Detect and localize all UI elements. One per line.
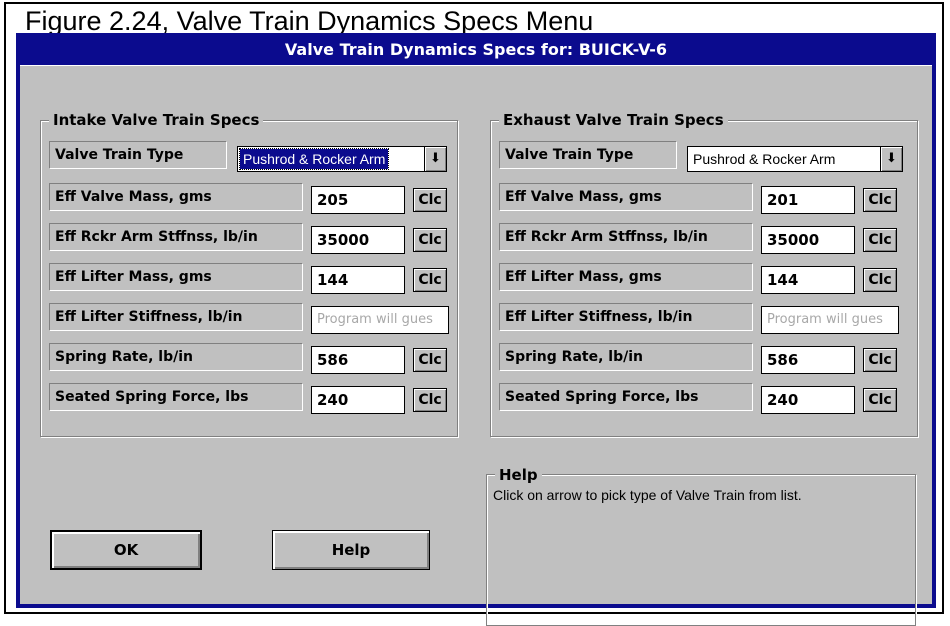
- intake-row-rocker-stiffness: Eff Rckr Arm Stffnss, lb/in 35000 Clc: [49, 223, 453, 255]
- exhaust-row-lifter-stiffness: Eff Lifter Stiffness, lb/in Program will…: [499, 303, 913, 335]
- dialog-body: Intake Valve Train Specs Valve Train Typ…: [20, 66, 932, 626]
- intake-lifter-mass-input[interactable]: 144: [311, 266, 405, 294]
- intake-lifter-stiffness-input[interactable]: Program will gues: [311, 306, 449, 334]
- intake-seated-force-input[interactable]: 240: [311, 386, 405, 414]
- intake-row-lifter-stiffness: Eff Lifter Stiffness, lb/in Program will…: [49, 303, 453, 335]
- intake-seated-force-clc-button[interactable]: Clc: [413, 388, 447, 412]
- exhaust-valve-mass-input[interactable]: 201: [761, 186, 855, 214]
- intake-valve-mass-input[interactable]: 205: [311, 186, 405, 214]
- exhaust-rocker-stiffness-clc-button[interactable]: Clc: [863, 228, 897, 252]
- exhaust-seated-force-clc-button[interactable]: Clc: [863, 388, 897, 412]
- help-panel: Help Click on arrow to pick type of Valv…: [486, 465, 916, 626]
- intake-group-title: Intake Valve Train Specs: [49, 110, 264, 130]
- exhaust-lifter-mass-input[interactable]: 144: [761, 266, 855, 294]
- intake-lifter-stiffness-label: Eff Lifter Stiffness, lb/in: [49, 303, 303, 331]
- exhaust-lifter-stiffness-input[interactable]: Program will gues: [761, 306, 899, 334]
- window-title: Valve Train Dynamics Specs for: BUICK-V-…: [20, 37, 932, 66]
- exhaust-lifter-stiffness-label: Eff Lifter Stiffness, lb/in: [499, 303, 753, 331]
- intake-row-seated-force: Seated Spring Force, lbs 240 Clc: [49, 383, 453, 415]
- intake-valve-mass-label: Eff Valve Mass, gms: [49, 183, 303, 211]
- intake-spring-rate-label: Spring Rate, lb/in: [49, 343, 303, 371]
- exhaust-type-row: Valve Train Type Pushrod & Rocker Arm ⬇: [499, 141, 913, 173]
- intake-seated-force-label: Seated Spring Force, lbs: [49, 383, 303, 411]
- intake-type-row: Valve Train Type Pushrod & Rocker Arm ⬇: [49, 141, 453, 173]
- dropdown-arrow-icon[interactable]: ⬇: [880, 147, 902, 171]
- exhaust-lifter-mass-clc-button[interactable]: Clc: [863, 268, 897, 292]
- intake-rocker-stiffness-label: Eff Rckr Arm Stffnss, lb/in: [49, 223, 303, 251]
- intake-group: Intake Valve Train Specs Valve Train Typ…: [40, 110, 458, 437]
- exhaust-type-label: Valve Train Type: [499, 141, 677, 169]
- intake-rocker-stiffness-clc-button[interactable]: Clc: [413, 228, 447, 252]
- exhaust-spring-rate-label: Spring Rate, lb/in: [499, 343, 753, 371]
- help-panel-text: Click on arrow to pick type of Valve Tra…: [493, 487, 802, 503]
- exhaust-seated-force-input[interactable]: 240: [761, 386, 855, 414]
- exhaust-spring-rate-clc-button[interactable]: Clc: [863, 348, 897, 372]
- exhaust-type-select[interactable]: Pushrod & Rocker Arm ⬇: [687, 146, 903, 172]
- dialog-window: Valve Train Dynamics Specs for: BUICK-V-…: [16, 33, 936, 626]
- intake-row-spring-rate: Spring Rate, lb/in 586 Clc: [49, 343, 453, 375]
- exhaust-row-lifter-mass: Eff Lifter Mass, gms 144 Clc: [499, 263, 913, 295]
- intake-row-lifter-mass: Eff Lifter Mass, gms 144 Clc: [49, 263, 453, 295]
- intake-spring-rate-clc-button[interactable]: Clc: [413, 348, 447, 372]
- help-button[interactable]: Help: [272, 530, 430, 570]
- exhaust-row-seated-force: Seated Spring Force, lbs 240 Clc: [499, 383, 913, 415]
- exhaust-group: Exhaust Valve Train Specs Valve Train Ty…: [490, 110, 918, 437]
- intake-type-value: Pushrod & Rocker Arm: [238, 148, 390, 170]
- exhaust-row-spring-rate: Spring Rate, lb/in 586 Clc: [499, 343, 913, 375]
- exhaust-spring-rate-input[interactable]: 586: [761, 346, 855, 374]
- intake-rocker-stiffness-input[interactable]: 35000: [311, 226, 405, 254]
- intake-type-select[interactable]: Pushrod & Rocker Arm ⬇: [237, 146, 447, 172]
- exhaust-rocker-stiffness-input[interactable]: 35000: [761, 226, 855, 254]
- dropdown-arrow-icon[interactable]: ⬇: [424, 147, 446, 171]
- exhaust-lifter-mass-label: Eff Lifter Mass, gms: [499, 263, 753, 291]
- help-panel-title: Help: [495, 465, 542, 485]
- intake-lifter-mass-label: Eff Lifter Mass, gms: [49, 263, 303, 291]
- intake-lifter-mass-clc-button[interactable]: Clc: [413, 268, 447, 292]
- exhaust-type-value: Pushrod & Rocker Arm: [693, 151, 836, 167]
- intake-valve-mass-clc-button[interactable]: Clc: [413, 188, 447, 212]
- exhaust-valve-mass-label: Eff Valve Mass, gms: [499, 183, 753, 211]
- intake-type-label: Valve Train Type: [49, 141, 227, 169]
- intake-row-valve-mass: Eff Valve Mass, gms 205 Clc: [49, 183, 453, 215]
- exhaust-rocker-stiffness-label: Eff Rckr Arm Stffnss, lb/in: [499, 223, 753, 251]
- exhaust-seated-force-label: Seated Spring Force, lbs: [499, 383, 753, 411]
- exhaust-row-valve-mass: Eff Valve Mass, gms 201 Clc: [499, 183, 913, 215]
- exhaust-row-rocker-stiffness: Eff Rckr Arm Stffnss, lb/in 35000 Clc: [499, 223, 913, 255]
- ok-button[interactable]: OK: [50, 530, 202, 570]
- exhaust-group-title: Exhaust Valve Train Specs: [499, 110, 728, 130]
- intake-spring-rate-input[interactable]: 586: [311, 346, 405, 374]
- exhaust-valve-mass-clc-button[interactable]: Clc: [863, 188, 897, 212]
